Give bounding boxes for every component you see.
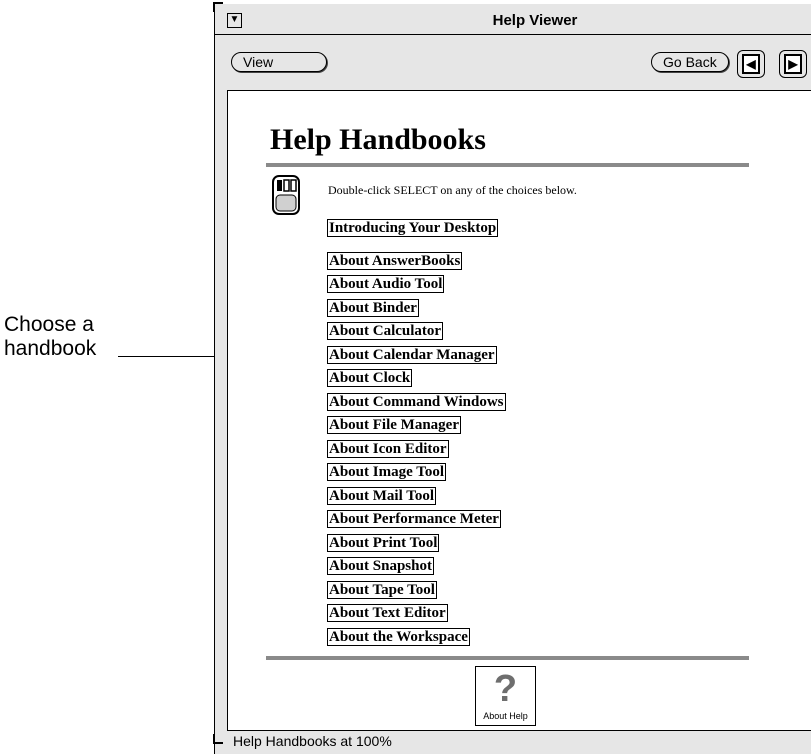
- divider-bottom: [266, 656, 749, 660]
- page-title: Help Handbooks: [270, 123, 486, 156]
- window-resize-corner-bottom[interactable]: [213, 734, 223, 744]
- question-mark-icon: ?: [493, 668, 518, 710]
- arrow-right-icon: ▶: [784, 54, 802, 74]
- callout-label: Choose a handbook: [4, 313, 97, 360]
- status-bar-text: Help Handbooks at 100%: [233, 733, 392, 749]
- link-about-text-editor[interactable]: About Text Editor: [327, 604, 448, 622]
- link-about-tape-tool[interactable]: About Tape Tool: [327, 581, 437, 599]
- link-about-answerbooks[interactable]: About AnswerBooks: [327, 252, 463, 270]
- title-bar[interactable]: ▼ Help Viewer: [215, 4, 811, 35]
- link-about-calendar-manager[interactable]: About Calendar Manager: [327, 346, 497, 364]
- link-about-audio-tool[interactable]: About Audio Tool: [327, 275, 445, 293]
- link-about-print-tool[interactable]: About Print Tool: [327, 534, 440, 552]
- link-about-file-manager[interactable]: About File Manager: [327, 416, 461, 434]
- link-introducing-your-desktop[interactable]: Introducing Your Desktop: [327, 219, 499, 237]
- help-viewer-window: ▼ Help Viewer View Go Back ◀ ▶ Help Hand…: [213, 2, 811, 754]
- link-about-mail-tool[interactable]: About Mail Tool: [327, 487, 437, 505]
- arrow-left-icon: ◀: [742, 54, 760, 74]
- link-about-command-windows[interactable]: About Command Windows: [327, 393, 506, 411]
- link-about-calculator[interactable]: About Calculator: [327, 322, 444, 340]
- go-back-button[interactable]: Go Back: [651, 52, 729, 72]
- help-content-pane: Help Handbooks Double-click SELECT on an…: [227, 90, 811, 731]
- instruction-text: Double-click SELECT on any of the choice…: [328, 183, 577, 197]
- link-about-the-workspace[interactable]: About the Workspace: [327, 628, 470, 646]
- previous-page-button[interactable]: ◀: [737, 50, 765, 78]
- link-about-clock[interactable]: About Clock: [327, 369, 413, 387]
- link-about-image-tool[interactable]: About Image Tool: [327, 463, 447, 481]
- mouse-icon: [272, 175, 300, 215]
- about-help-label: About Help: [483, 711, 528, 721]
- window-title: Help Viewer: [492, 12, 578, 29]
- link-about-performance-meter[interactable]: About Performance Meter: [327, 510, 501, 528]
- link-about-snapshot[interactable]: About Snapshot: [327, 557, 434, 575]
- next-page-button[interactable]: ▶: [779, 50, 807, 78]
- link-about-binder[interactable]: About Binder: [327, 299, 419, 317]
- link-about-icon-editor[interactable]: About Icon Editor: [327, 440, 449, 458]
- about-help-button[interactable]: ? About Help: [475, 666, 536, 726]
- view-button[interactable]: View: [231, 52, 327, 72]
- divider-top: [266, 163, 749, 167]
